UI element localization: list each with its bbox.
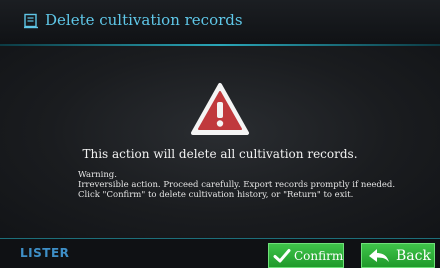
return-arrow-icon <box>369 248 389 262</box>
delete-message: This action will delete all cultivation … <box>82 147 358 161</box>
warning-line: Irreversible action. Proceed carefully. … <box>78 180 396 190</box>
warning-triangle-icon <box>191 83 249 135</box>
brand-logo: LISTER <box>20 246 70 260</box>
page-title: Delete cultivation records <box>45 11 243 29</box>
back-button-label: Back <box>396 247 431 264</box>
warning-text: Warning. Irreversible action. Proceed ca… <box>78 170 428 200</box>
warning-line: Click "Confirm" to delete cultivation hi… <box>78 190 354 200</box>
checkmark-icon <box>273 248 291 262</box>
title-bar: Delete cultivation records <box>0 0 440 45</box>
warning-heading: Warning. <box>78 170 117 180</box>
confirm-button[interactable]: Confirm <box>268 243 344 268</box>
document-icon <box>24 13 38 29</box>
confirm-button-label: Confirm <box>294 248 344 263</box>
dialog-body: This action will delete all cultivation … <box>0 46 440 238</box>
back-button[interactable]: Back <box>361 243 435 268</box>
footer-divider <box>0 238 440 239</box>
